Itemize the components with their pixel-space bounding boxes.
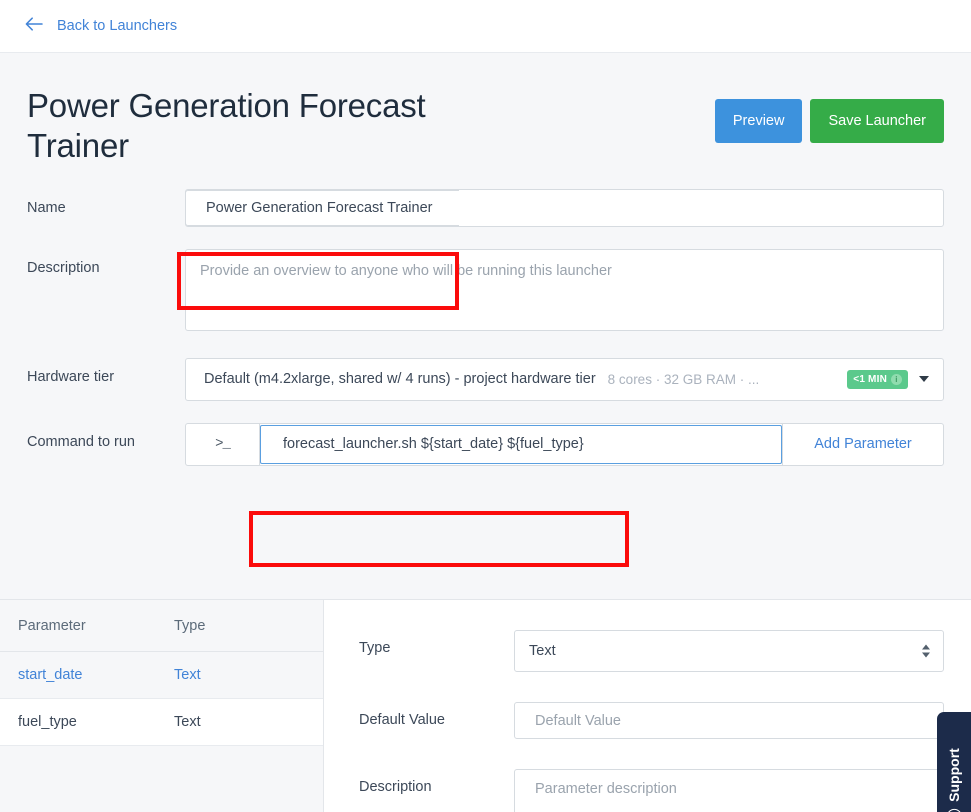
hardware-tier-select[interactable]: Default (m4.2xlarge, shared w/ 4 runs) -… [185,357,944,401]
command-field-wrap: >_ Add Parameter [185,422,944,466]
parameter-type: Text [174,714,201,730]
command-label: Command to run [27,433,135,450]
preview-button[interactable]: Preview [714,99,803,143]
page-title: Power Generation Forecast Trainer [27,87,426,165]
name-field-wrap: Power Generation Forecast Trainer [185,188,944,227]
add-parameter-button[interactable]: Add Parameter [782,423,943,465]
back-to-launchers-link[interactable]: Back to Launchers [25,17,177,35]
command-row: Command to run >_ Add Parameter [27,422,944,466]
back-to-launchers-label: Back to Launchers [57,18,178,34]
support-tab[interactable]: ? Support [937,712,971,812]
detail-default-value-field [514,702,944,739]
column-header-type: Type [174,617,206,634]
page-header: Power Generation Forecast Trainer Previe… [0,53,971,167]
parameter-name: fuel_type [18,714,77,730]
top-bar: Back to Launchers [0,0,971,53]
parameters-section: Parameter Type start_date Text fuel_type… [0,599,971,812]
parameters-table: Parameter Type start_date Text fuel_type… [0,600,324,812]
name-input[interactable]: Power Generation Forecast Trainer [185,189,459,226]
name-label: Name [27,199,66,216]
parameter-type-select[interactable]: Text [514,630,944,672]
launcher-editor-page: Power Generation Forecast Trainer Previe… [0,53,971,812]
support-tab-inner: ? Support [946,748,962,812]
hardware-tier-badge-label: <1 MIN [853,373,887,385]
status-badge: <1 MIN i [847,369,908,389]
info-icon: i [891,373,902,385]
description-row: Description [27,248,944,336]
command-input-group: >_ Add Parameter [185,422,944,466]
detail-default-value-label: Default Value [359,712,445,728]
name-row: Name Power Generation Forecast Trainer [27,188,944,227]
command-field-highlight-annotation [249,511,629,567]
hardware-tier-label: Hardware tier [27,368,115,385]
arrow-left-icon [25,17,43,35]
detail-default-value-row: Default Value [359,702,944,739]
table-row[interactable]: fuel_type Text [0,699,323,746]
table-row[interactable]: start_date Text [0,652,323,699]
detail-description-label: Description [359,779,432,795]
chevron-down-icon[interactable] [919,376,929,382]
detail-type-label: Type [359,640,391,656]
detail-description-row: Description [359,769,944,812]
parameters-table-header: Parameter Type [0,600,323,652]
hardware-tier-specs: 8 cores · 32 GB RAM · ... [607,371,760,387]
detail-type-row: Type Text [359,630,944,672]
hardware-tier-row: Hardware tier Default (m4.2xlarge, share… [27,357,944,401]
terminal-prompt-icon: >_ [186,423,260,465]
parameter-type: Text [174,667,201,683]
parameter-name: start_date [18,667,83,683]
detail-description-field [514,769,944,812]
header-actions: Preview Save Launcher [714,86,944,143]
question-circle-icon: ? [946,808,962,812]
hardware-tier-field-wrap: Default (m4.2xlarge, shared w/ 4 runs) -… [185,357,944,401]
command-input[interactable] [260,424,782,464]
description-field-wrap [185,248,944,336]
column-header-parameter: Parameter [18,617,86,634]
detail-type-field: Text [514,630,944,672]
save-launcher-button[interactable]: Save Launcher [810,99,944,143]
parameter-description-textarea[interactable] [514,769,944,812]
launcher-form: Name Power Generation Forecast Trainer D… [0,167,971,466]
hardware-tier-value: Default (m4.2xlarge, shared w/ 4 runs) -… [204,371,596,387]
default-value-input[interactable] [514,702,944,739]
support-tab-label: Support [946,747,962,802]
parameter-detail-panel: Type Text Default Value Default Value De… [324,600,971,812]
name-input-outer[interactable]: Power Generation Forecast Trainer [185,188,944,227]
description-textarea[interactable] [185,248,944,331]
description-label: Description [27,259,100,276]
